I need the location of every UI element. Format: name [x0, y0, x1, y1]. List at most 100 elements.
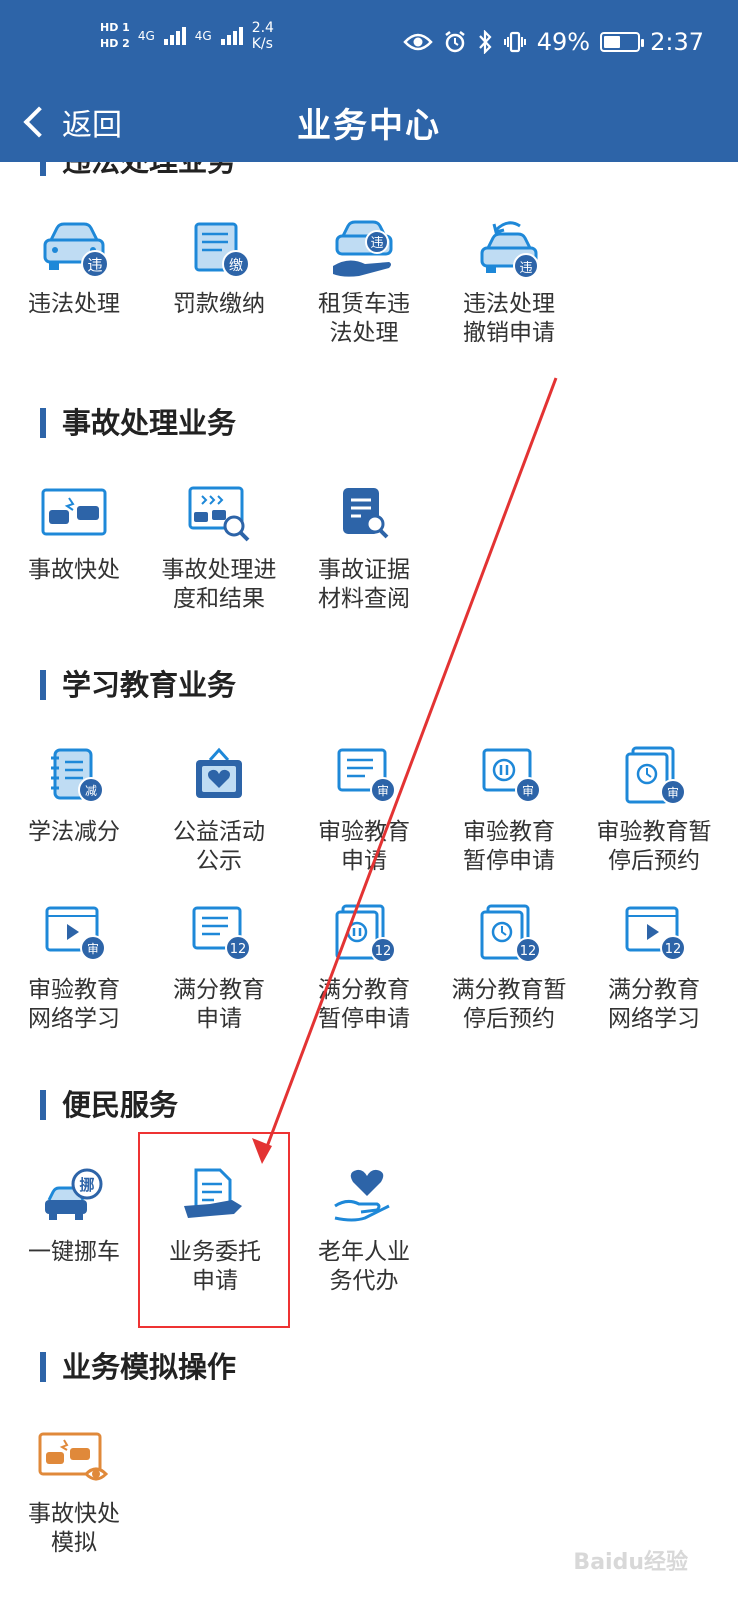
- tile-manfen-zanting[interactable]: 12 满分教育 暂停申请: [290, 904, 438, 1034]
- badge-jian: 减: [85, 784, 97, 798]
- tile-label: 事故快处: [28, 557, 120, 583]
- status-bar: HD 1 HD 2 4G 4G 2.4 K/s 49% 2:37: [0, 0, 738, 88]
- move-car-icon: 挪: [45, 1168, 103, 1220]
- notebook-icon: 减: [51, 748, 104, 803]
- accident-quick-icon: [41, 488, 107, 536]
- badge-shen: 审: [377, 783, 389, 798]
- tile-label: 公益活动 公示: [173, 819, 265, 874]
- tile-shenyan-zanting[interactable]: 审 审验教育 暂停申请: [435, 746, 583, 876]
- tile-shenyan-yuyue[interactable]: 审 审验教育暂 停后预约: [580, 746, 728, 876]
- section-title-shigu: 事故处理业务: [40, 408, 236, 438]
- clock-review-icon: 审: [625, 746, 686, 805]
- network-status: HD 1 HD 2 4G 4G 2.4 K/s: [100, 20, 274, 52]
- tile-shigu-moni[interactable]: 事故快处 模拟: [0, 1428, 148, 1558]
- document-search-icon: [343, 488, 389, 539]
- badge-12: 12: [375, 944, 392, 959]
- rental-car-icon: 违: [333, 220, 393, 277]
- bluetooth-icon: [478, 30, 492, 54]
- tile-shigu-kuaichu[interactable]: 事故快处: [0, 484, 148, 585]
- tile-weifa-chuli[interactable]: 违 违法处理: [0, 218, 148, 319]
- tile-manfen-wangluo[interactable]: 12 满分教育 网络学习: [580, 904, 728, 1034]
- alarm-icon: [445, 31, 465, 53]
- tile-label: 满分教育 网络学习: [608, 977, 700, 1032]
- undo-car-icon: 违: [480, 221, 539, 279]
- tile-gongyi-huodong[interactable]: 公益活动 公示: [145, 746, 293, 876]
- tile-zulinche-weifa[interactable]: 违 租赁车违 法处理: [290, 218, 438, 348]
- tile-label: 租赁车违 法处理: [318, 291, 410, 346]
- tile-label: 违法处理: [28, 291, 120, 317]
- tile-shenyan-wangluo[interactable]: 审 审验教育 网络学习: [0, 904, 148, 1034]
- section-title-bianmin: 便民服务: [40, 1090, 178, 1120]
- tile-laonianren-daiban[interactable]: 老年人业 务代办: [290, 1166, 438, 1296]
- hd1-label: HD 1: [100, 21, 130, 34]
- signal-2-label: 4G: [194, 29, 212, 43]
- signal-bars-icon: [220, 27, 243, 45]
- tile-yijian-nuoche[interactable]: 挪 一键挪车: [0, 1166, 148, 1267]
- badge-wei: 违: [519, 261, 532, 276]
- hd2-label: HD 2: [100, 37, 130, 50]
- form-12-icon: 12: [192, 906, 251, 961]
- battery-fill: [604, 36, 620, 48]
- tile-weifa-chexiao[interactable]: 违 违法处理 撤销申请: [435, 218, 583, 348]
- tile-label: 学法减分: [28, 819, 120, 845]
- annotation-highlight-box: [138, 1132, 290, 1328]
- watermark: Baidu经验: [573, 1550, 688, 1575]
- heart-sign-icon: [196, 747, 242, 798]
- tile-label: 审验教育 申请: [318, 819, 410, 874]
- tile-shenyan-shenqing[interactable]: 审 审验教育 申请: [290, 746, 438, 876]
- badge-shen: 审: [87, 941, 99, 956]
- tile-label: 事故快处 模拟: [28, 1501, 120, 1556]
- network-speed: 2.4 K/s: [252, 20, 274, 52]
- system-status: 49% 2:37: [403, 28, 704, 56]
- tile-shigu-zhengju[interactable]: 事故证据 材料查阅: [290, 484, 438, 614]
- video-12-icon: 12: [625, 906, 686, 961]
- tile-manfen-shenqing[interactable]: 12 满分教育 申请: [145, 904, 293, 1034]
- pause-review-icon: 审: [482, 748, 541, 803]
- vibrate-icon: [503, 31, 526, 53]
- badge-12: 12: [665, 942, 682, 957]
- tile-label: 违法处理 撤销申请: [463, 291, 555, 346]
- tile-label: 老年人业 务代办: [318, 1239, 410, 1294]
- battery-icon: [600, 32, 645, 52]
- badge-12: 12: [230, 942, 247, 957]
- speed-unit: K/s: [251, 36, 273, 52]
- eye-icon: [403, 33, 433, 51]
- tile-label: 事故处理进 度和结果: [161, 557, 277, 612]
- video-review-icon: 审: [45, 906, 106, 961]
- accident-simulate-icon: [38, 1432, 109, 1481]
- speed-value: 2.4: [251, 20, 274, 36]
- tile-label: 审验教育 暂停申请: [463, 819, 555, 874]
- tile-label: 一键挪车: [28, 1239, 120, 1265]
- badge-wei: 违: [370, 236, 383, 251]
- form-review-icon: 审: [337, 748, 396, 803]
- section-title-moni: 业务模拟操作: [40, 1352, 236, 1382]
- tile-manfen-yuyue[interactable]: 12 满分教育暂 停后预约: [435, 904, 583, 1034]
- badge-nuo: 挪: [79, 1176, 94, 1194]
- fine-scroll-icon: 缴: [194, 222, 250, 278]
- tile-label: 满分教育暂 停后预约: [451, 977, 567, 1032]
- tile-label: 罚款缴纳: [173, 291, 265, 317]
- signal-1-label: 4G: [137, 29, 155, 43]
- badge-shen: 审: [522, 783, 534, 798]
- tile-shigu-jindu[interactable]: 事故处理进 度和结果: [145, 484, 293, 614]
- badge-jiao: 缴: [229, 258, 243, 274]
- tile-label: 满分教育 暂停申请: [318, 977, 410, 1032]
- page-title-overlay: 业务中心: [297, 106, 441, 146]
- badge-12: 12: [520, 944, 537, 959]
- pause-12-icon: 12: [335, 904, 396, 963]
- section-title-xuexi: 学习教育业务: [40, 670, 236, 700]
- battery-percent: 49%: [536, 28, 591, 56]
- clock-12-icon: 12: [480, 904, 541, 963]
- tile-fakuan-jiaona[interactable]: 缴 罚款缴纳: [145, 218, 293, 319]
- car-violation-icon: 违: [43, 222, 109, 278]
- signal-bars-icon: [163, 27, 186, 45]
- hd-indicators: HD 1 HD 2: [100, 21, 130, 51]
- tile-label: 审验教育暂 停后预约: [596, 819, 712, 874]
- tile-label: 满分教育 申请: [173, 977, 265, 1032]
- tile-label: 事故证据 材料查阅: [318, 557, 410, 612]
- clock: 2:37: [650, 28, 704, 56]
- badge-wei: 违: [87, 256, 102, 274]
- accident-progress-icon: [188, 486, 250, 542]
- badge-shen: 审: [667, 785, 679, 800]
- tile-xuefa-jianfen[interactable]: 减 学法减分: [0, 746, 148, 847]
